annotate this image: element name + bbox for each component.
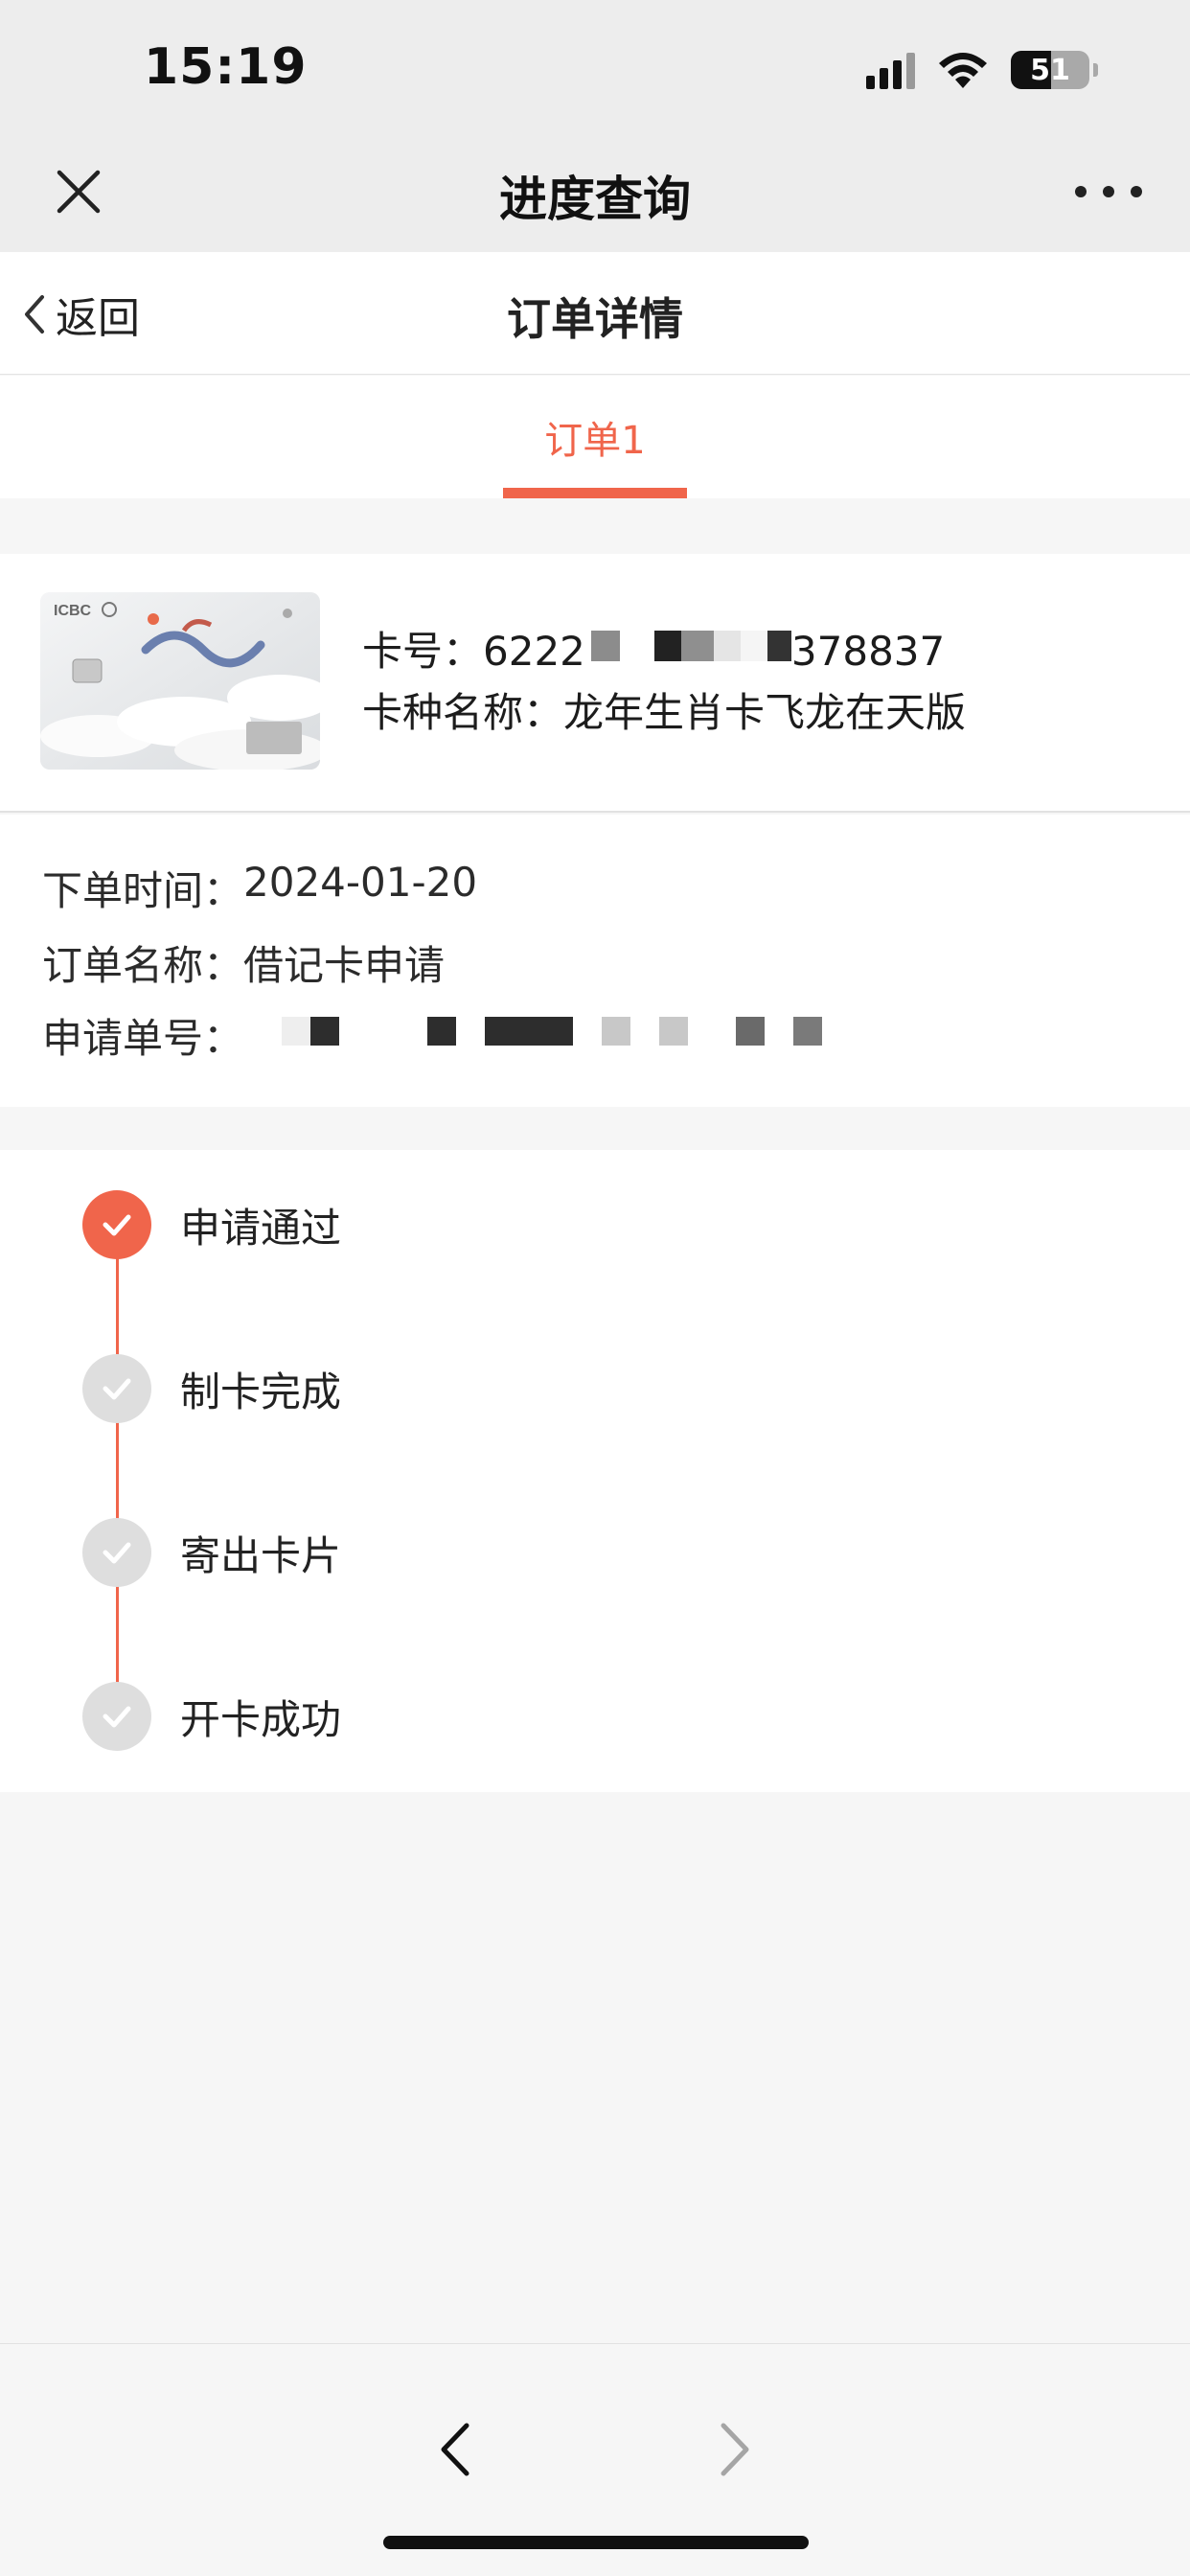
status-icons: 51	[866, 48, 1098, 92]
card-number-label: 卡号：	[362, 628, 484, 675]
order-name-value: 借记卡申请	[243, 942, 446, 989]
step-label: 申请通过	[180, 1204, 342, 1252]
step-card-shipped: 寄出卡片	[82, 1518, 341, 1587]
page-header: 返回 订单详情	[0, 252, 1190, 375]
card-type-label: 卡种名称：	[362, 689, 564, 736]
card-number-mask	[584, 631, 791, 665]
chevron-left-icon	[441, 2423, 469, 2476]
order-time-value: 2024-01-20	[243, 859, 478, 906]
browser-back-button[interactable]	[422, 2411, 489, 2488]
order-name-row: 订单名称： 借记卡申请	[42, 933, 445, 992]
top-nav-area: 15:19 51 进度查询	[0, 0, 1190, 252]
svg-text:ICBC: ICBC	[54, 603, 92, 619]
check-icon	[82, 1682, 151, 1751]
step-label: 制卡完成	[180, 1368, 342, 1415]
order-time-row: 下单时间： 2024-01-20	[42, 859, 477, 917]
tab-label: 订单1	[544, 419, 646, 463]
card-number-prefix: 6222	[483, 628, 585, 675]
order-info-section: 下单时间： 2024-01-20 订单名称： 借记卡申请 申请单号：	[0, 815, 1190, 1107]
cellular-signal-icon	[866, 51, 915, 89]
home-indicator[interactable]	[383, 2536, 809, 2549]
order-no-row: 申请单号：	[42, 1006, 823, 1065]
tab-underline	[503, 488, 687, 498]
check-icon	[82, 1190, 151, 1259]
step-label: 开卡成功	[180, 1695, 342, 1743]
check-icon	[82, 1518, 151, 1587]
step-label: 寄出卡片	[180, 1531, 342, 1579]
tab-order-1[interactable]: 订单1	[503, 376, 687, 498]
more-button[interactable]	[1075, 168, 1142, 216]
status-time: 15:19	[144, 38, 308, 96]
more-icon	[1075, 186, 1087, 197]
step-card-activated: 开卡成功	[82, 1682, 341, 1751]
page-title: 订单详情	[507, 293, 683, 345]
step-card-made: 制卡完成	[82, 1354, 341, 1423]
card-number-row: 卡号： 6222 378837	[362, 621, 966, 682]
browser-forward-button[interactable]	[701, 2411, 768, 2488]
order-no-label: 申请单号：	[42, 1015, 244, 1062]
order-name-label: 订单名称：	[42, 942, 244, 989]
card-number-suffix: 378837	[790, 628, 946, 675]
card-section: ICBC 卡号： 6222 378837 卡种名称： 龙年生肖卡飞龙在天版	[0, 554, 1190, 813]
card-type-row: 卡种名称： 龙年生肖卡飞龙在天版	[362, 682, 966, 744]
order-time-label: 下单时间：	[42, 867, 244, 914]
chevron-right-icon	[721, 2423, 749, 2476]
battery-tip	[1093, 63, 1098, 77]
wifi-icon	[939, 53, 987, 88]
wechat-title: 进度查询	[499, 172, 691, 227]
progress-line	[116, 1225, 119, 1714]
battery-level: 51	[1030, 53, 1070, 87]
battery-icon: 51	[1011, 51, 1089, 89]
order-tabs: 订单1	[0, 376, 1190, 498]
card-info: 卡号： 6222 378837 卡种名称： 龙年生肖卡飞龙在天版	[362, 621, 966, 744]
check-icon	[82, 1354, 151, 1423]
step-application-approved: 申请通过	[82, 1190, 341, 1259]
card-type-value: 龙年生肖卡飞龙在天版	[563, 689, 967, 736]
card-image: ICBC	[40, 592, 320, 770]
progress-section: 申请通过 制卡完成 寄出卡片 开卡成功	[0, 1150, 1190, 1792]
order-no-mask	[282, 1012, 823, 1050]
